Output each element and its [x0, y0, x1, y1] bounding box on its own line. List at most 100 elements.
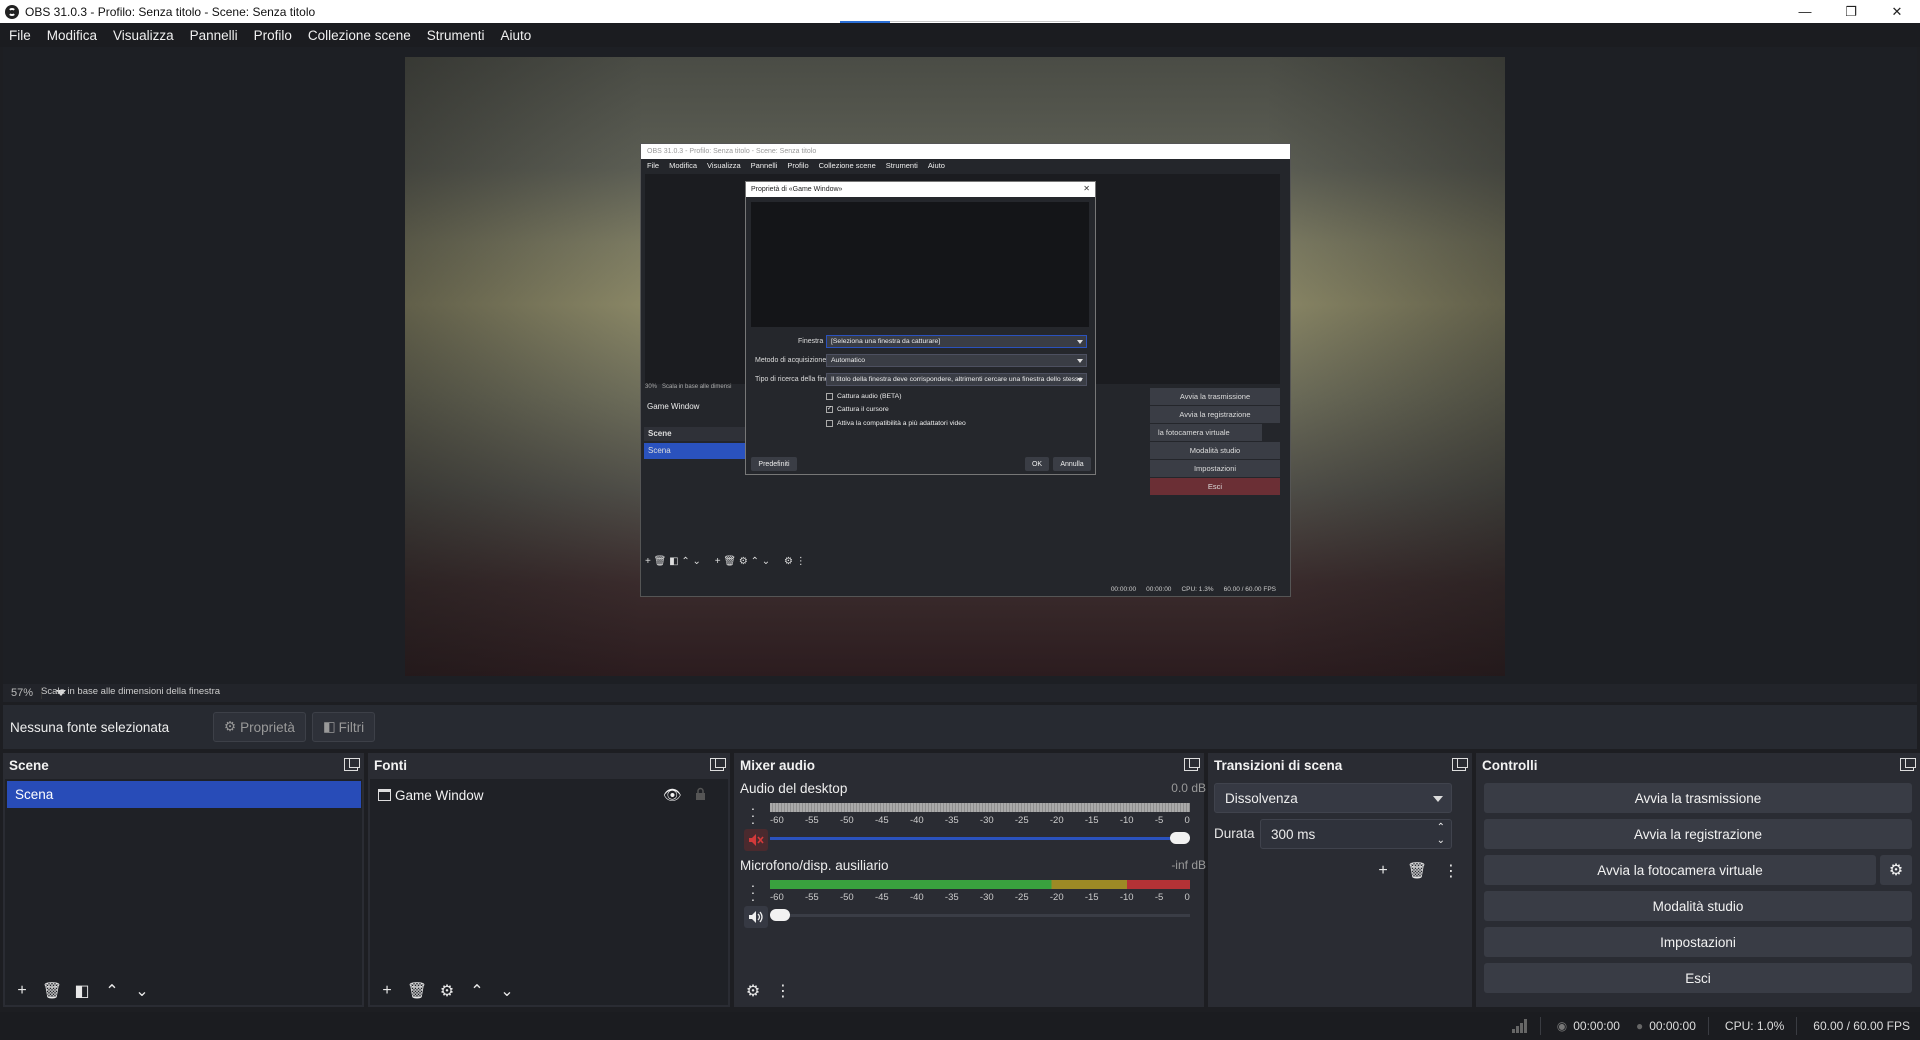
trash-icon[interactable]: 🗑: [404, 979, 430, 1003]
preview-area[interactable]: OBS 31.0.3 - Profilo: Senza titolo - Sce…: [3, 47, 1917, 687]
transition-select[interactable]: Dissolvenza: [1214, 783, 1452, 813]
slider-handle[interactable]: [770, 909, 790, 921]
scenes-toolbar: + 🗑 ◧ ⌃ ⌄: [5, 977, 362, 1005]
channel-name: Microfono/disp. ausiliario: [740, 858, 889, 873]
menu-collezione-scene[interactable]: Collezione scene: [302, 28, 417, 43]
trash-icon[interactable]: 🗑: [1404, 859, 1430, 883]
trash-icon[interactable]: 🗑: [39, 979, 65, 1003]
channel-db: -inf dB: [1171, 858, 1206, 872]
advanced-audio-gear-icon[interactable]: ⚙: [740, 979, 766, 1003]
slider-fill: [770, 837, 1178, 840]
virtual-camera-button[interactable]: Avvia la fotocamera virtuale: [1484, 855, 1876, 885]
nested-menu-item: Profilo: [787, 161, 809, 170]
mixer-channel-desktop: Audio del desktop 0.0 dB · · · -60 -55 -50…: [740, 781, 1212, 853]
nested-dock-toolbar: + 🗑 ◧ ⌃ ⌄ + 🗑 ⚙ ⌃ ⌄ ⚙ ⋮: [645, 556, 806, 567]
move-up-icon[interactable]: ⌃: [464, 979, 490, 1003]
dialog-match-label: Tipo di ricerca della fine: [755, 376, 829, 383]
undock-icon[interactable]: [344, 758, 360, 771]
muted-speaker-icon[interactable]: [744, 829, 768, 851]
menu-visualizza[interactable]: Visualizza: [107, 28, 180, 43]
divider: [1539, 1017, 1541, 1035]
menu-pannelli[interactable]: Pannelli: [184, 28, 244, 43]
volume-meter: [770, 880, 1190, 889]
dialog-match-value: Il titolo della finestra deve corrispond…: [831, 376, 1083, 383]
nested-ctrl-exit: Esci: [1150, 478, 1280, 495]
studio-mode-button[interactable]: Modalità studio: [1484, 891, 1912, 921]
record-time: 00:00:00: [1649, 1019, 1696, 1033]
add-source-icon[interactable]: +: [374, 979, 400, 1003]
menu-modifica[interactable]: Modifica: [41, 28, 103, 43]
scale-tick: -5: [1154, 892, 1164, 903]
virtual-camera-gear-icon[interactable]: ⚙: [1880, 855, 1912, 885]
scale-tick: -5: [1154, 815, 1164, 826]
checkbox-unchecked-icon: [826, 393, 833, 400]
menu-aiuto[interactable]: Aiuto: [495, 28, 538, 43]
divider: [1796, 1017, 1798, 1035]
nested-menu-item: Strumenti: [885, 161, 918, 170]
close-button[interactable]: ✕: [1874, 0, 1920, 23]
restore-button[interactable]: ❐: [1828, 0, 1874, 23]
menu-strumenti[interactable]: Strumenti: [421, 28, 491, 43]
window-icon: [378, 789, 391, 801]
kebab-menu-icon[interactable]: ⋮: [770, 979, 796, 1003]
dialog-method-value: Automatico: [831, 357, 866, 364]
nested-scene-item: Scena: [644, 443, 747, 459]
taskbar-line: [890, 21, 1080, 22]
properties-button[interactable]: ⚙ Proprietà: [213, 712, 306, 742]
transitions-dock: Transizioni di scena Dissolvenza Durata …: [1208, 753, 1472, 1007]
scale-tick: -10: [1119, 815, 1134, 826]
undock-icon[interactable]: [710, 758, 726, 771]
add-transition-icon[interactable]: +: [1370, 859, 1396, 883]
spin-arrows-icon[interactable]: ⌃ ⌄: [1437, 821, 1445, 847]
settings-button[interactable]: Impostazioni: [1484, 927, 1912, 957]
slider-handle[interactable]: [1170, 832, 1190, 844]
scale-tick: -55: [804, 815, 819, 826]
nested-menu-item: Aiuto: [927, 161, 945, 170]
gear-icon[interactable]: ⚙: [434, 979, 460, 1003]
undock-icon[interactable]: [1184, 758, 1200, 771]
start-stream-button[interactable]: Avvia la trasmissione: [1484, 783, 1912, 813]
eye-icon[interactable]: 👁: [663, 786, 682, 804]
start-record-button[interactable]: Avvia la registrazione: [1484, 819, 1912, 849]
volume-slider[interactable]: [770, 831, 1190, 845]
preview-canvas[interactable]: OBS 31.0.3 - Profilo: Senza titolo - Sce…: [405, 57, 1505, 676]
duration-spinbox[interactable]: 300 ms ⌃ ⌄: [1260, 819, 1452, 849]
move-up-icon[interactable]: ⌃: [99, 979, 125, 1003]
scenes-dock: Scene Scena + 🗑 ◧ ⌃ ⌄: [3, 753, 364, 1007]
scene-filter-icon[interactable]: ◧: [69, 979, 95, 1003]
scale-tick: -20: [1049, 815, 1064, 826]
sources-toolbar: + 🗑 ⚙ ⌃ ⌄: [370, 977, 728, 1005]
cpu-usage: CPU: 1.0%: [1724, 1019, 1785, 1033]
menu-file[interactable]: File: [3, 28, 37, 43]
scale-tick: -40: [909, 815, 924, 826]
minimize-button[interactable]: —: [1782, 0, 1828, 23]
scenes-title: Scene: [9, 757, 49, 773]
dialog-method-label: Metodo di acquisizione: [755, 357, 827, 364]
scale-mode: Scala in base alle dimensioni della fine…: [41, 686, 221, 697]
filters-button[interactable]: ◧ Filtri: [311, 712, 376, 742]
scenes-header: Scene: [3, 753, 364, 777]
add-scene-icon[interactable]: +: [9, 979, 35, 1003]
menu-profilo[interactable]: Profilo: [248, 28, 298, 43]
move-down-icon[interactable]: ⌄: [129, 979, 155, 1003]
move-down-icon[interactable]: ⌄: [494, 979, 520, 1003]
dialog-check-multi: Attiva la compatibilità a più adattatori…: [826, 420, 966, 427]
scale-tick: 0: [1184, 892, 1190, 903]
undock-icon[interactable]: [1900, 758, 1916, 771]
kebab-menu-icon[interactable]: · · ·: [746, 801, 760, 829]
kebab-menu-icon[interactable]: ⋮: [1438, 859, 1464, 883]
source-item[interactable]: Game Window 👁: [378, 783, 718, 807]
chevron-down-icon: [1077, 359, 1083, 363]
preview-vignette-left: [405, 57, 645, 676]
undock-icon[interactable]: [1452, 758, 1468, 771]
lock-icon[interactable]: [695, 787, 706, 800]
scene-item[interactable]: Scena: [7, 781, 361, 808]
transitions-title: Transizioni di scena: [1214, 757, 1343, 773]
volume-slider[interactable]: [770, 908, 1190, 922]
exit-button[interactable]: Esci: [1484, 963, 1912, 993]
scale-tick: -35: [944, 815, 959, 826]
nested-scene-header: Scene: [644, 427, 747, 441]
kebab-menu-icon[interactable]: · · ·: [746, 878, 760, 906]
scale-tick: 0: [1184, 815, 1190, 826]
speaker-icon[interactable]: [744, 906, 768, 928]
